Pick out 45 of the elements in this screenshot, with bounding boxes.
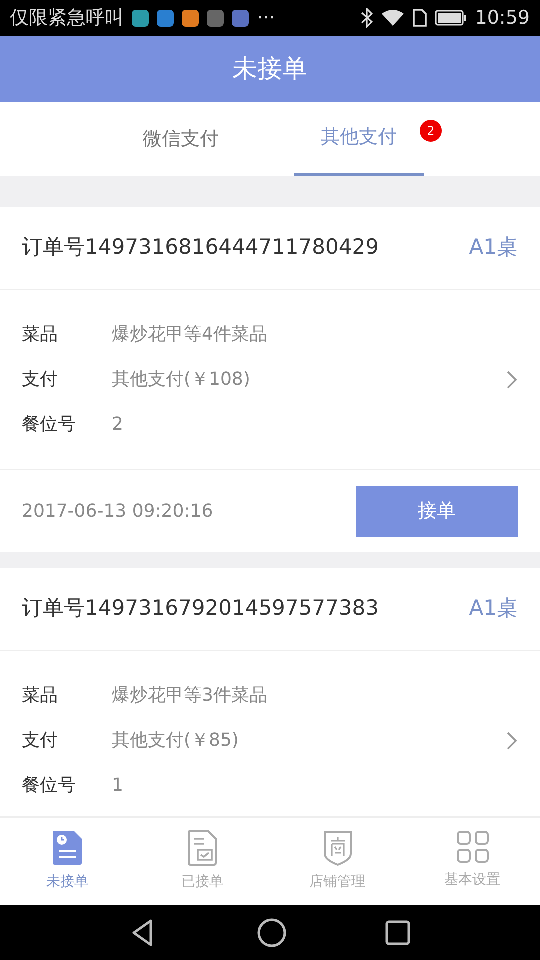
nav-tab[interactable]: 已接单	[135, 818, 270, 905]
page-title: 未接单	[232, 53, 308, 86]
field-label: 支付	[22, 368, 59, 392]
app-notification-icon	[232, 10, 249, 26]
home-icon[interactable]	[257, 918, 287, 948]
nav-tab[interactable]: 基本设置	[405, 818, 540, 905]
grid-icon	[456, 830, 490, 864]
payment-tab[interactable]: 微信支付	[116, 102, 246, 176]
more-notifications-text: ···	[257, 6, 276, 31]
nav-tab[interactable]: 店铺管理	[270, 818, 405, 905]
field-value: 1	[112, 774, 124, 798]
field-label: 菜品	[22, 684, 59, 708]
order-number: 订单号1497316792014597577383	[22, 595, 379, 622]
table-label: A1桌	[469, 595, 518, 622]
clock-text: 10:59	[475, 6, 530, 31]
field-value: 爆炒花甲等3件菜品	[112, 684, 268, 708]
order-number: 订单号1497316816444711780429	[22, 234, 379, 262]
table-label: A1桌	[469, 234, 518, 262]
app-notification-icon	[182, 10, 199, 26]
field-label: 餐位号	[22, 413, 77, 437]
app-notification-icon	[157, 10, 174, 26]
document-check-icon	[188, 830, 218, 866]
field-value: 爆炒花甲等4件菜品	[112, 323, 268, 347]
wifi-icon	[381, 9, 406, 27]
field-value: 其他支付(￥85)	[112, 729, 240, 753]
bluetooth-icon	[361, 8, 374, 28]
carrier-text: 仅限紧急呼叫	[10, 6, 124, 31]
recents-icon[interactable]	[385, 920, 411, 946]
accept-order-button[interactable]: 接单	[356, 486, 518, 536]
app-notification-icon	[132, 10, 149, 26]
field-label: 餐位号	[22, 774, 77, 798]
document-clock-icon	[52, 830, 84, 866]
nav-tab[interactable]: 未接单	[0, 818, 135, 905]
sim-card-icon	[413, 9, 428, 27]
battery-icon	[435, 10, 468, 26]
field-value: 其他支付(￥108)	[112, 368, 252, 392]
field-value: 2	[112, 413, 124, 437]
shield-icon	[322, 830, 352, 866]
count-badge: 2	[420, 120, 442, 142]
order-time: 2017-06-13 09:20:16	[22, 500, 214, 524]
field-label: 支付	[22, 729, 59, 753]
field-label: 菜品	[22, 323, 59, 347]
app-notification-icon	[207, 10, 224, 26]
chevron-right-icon[interactable]	[506, 730, 518, 750]
chevron-right-icon[interactable]	[506, 370, 518, 390]
